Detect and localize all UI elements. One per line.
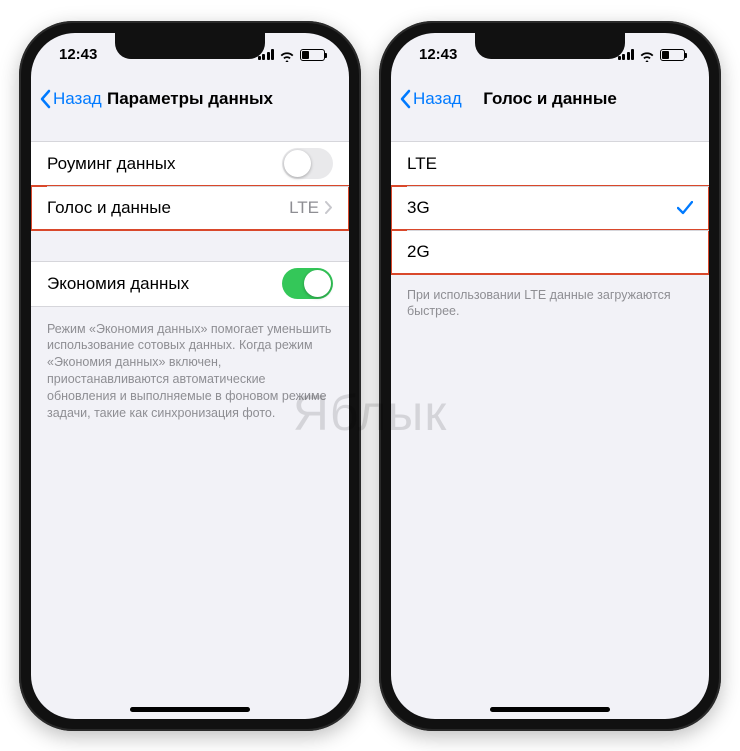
back-label: Назад: [53, 89, 102, 109]
back-label: Назад: [413, 89, 462, 109]
option-3g[interactable]: 3G: [391, 186, 709, 230]
status-time: 12:43: [59, 46, 97, 63]
row-label: Экономия данных: [47, 274, 282, 294]
settings-group-2: Экономия данных: [31, 261, 349, 307]
chevron-left-icon: [399, 89, 411, 109]
back-button[interactable]: Назад: [39, 89, 102, 109]
chevron-left-icon: [39, 89, 51, 109]
row-label: 2G: [407, 242, 693, 262]
settings-group-1: Роуминг данных Голос и данные LTE: [31, 141, 349, 231]
status-right: [258, 49, 326, 61]
switch-data-roaming[interactable]: [282, 148, 333, 179]
home-indicator[interactable]: [130, 707, 250, 712]
screen: 12:43 Назад Параметры данных Роуминг дан…: [31, 33, 349, 719]
battery-icon: [660, 49, 685, 61]
settings-group-voice-options: LTE 3G 2G: [391, 141, 709, 275]
chevron-right-icon: [325, 201, 333, 214]
group-footer: При использовании LTE данные загружаются…: [391, 281, 709, 321]
home-indicator[interactable]: [490, 707, 610, 712]
row-low-data-mode[interactable]: Экономия данных: [31, 262, 349, 306]
nav-bar: Назад Параметры данных: [31, 77, 349, 121]
back-button[interactable]: Назад: [399, 89, 462, 109]
phone-frame-left: 12:43 Назад Параметры данных Роуминг дан…: [19, 21, 361, 731]
row-voice-and-data[interactable]: Голос и данные LTE: [31, 186, 349, 230]
status-time: 12:43: [419, 46, 457, 63]
wifi-icon: [279, 49, 295, 61]
notch: [115, 33, 265, 59]
battery-icon: [300, 49, 325, 61]
option-2g[interactable]: 2G: [391, 230, 709, 274]
row-value: LTE: [289, 198, 319, 218]
option-lte[interactable]: LTE: [391, 142, 709, 186]
group-footer: Режим «Экономия данных» помогает уменьши…: [31, 315, 349, 422]
screen: 12:43 Назад Голос и данные LTE: [391, 33, 709, 719]
row-label: 3G: [407, 198, 677, 218]
row-label: Роуминг данных: [47, 154, 282, 174]
wifi-icon: [639, 49, 655, 61]
content: Роуминг данных Голос и данные LTE Эконом…: [31, 121, 349, 422]
row-label: LTE: [407, 154, 693, 174]
switch-low-data-mode[interactable]: [282, 268, 333, 299]
row-data-roaming[interactable]: Роуминг данных: [31, 142, 349, 186]
nav-bar: Назад Голос и данные: [391, 77, 709, 121]
checkmark-icon: [677, 201, 693, 215]
content: LTE 3G 2G При использовании LTE данные з…: [391, 121, 709, 321]
row-label: Голос и данные: [47, 198, 289, 218]
notch: [475, 33, 625, 59]
status-right: [618, 49, 686, 61]
phone-frame-right: 12:43 Назад Голос и данные LTE: [379, 21, 721, 731]
